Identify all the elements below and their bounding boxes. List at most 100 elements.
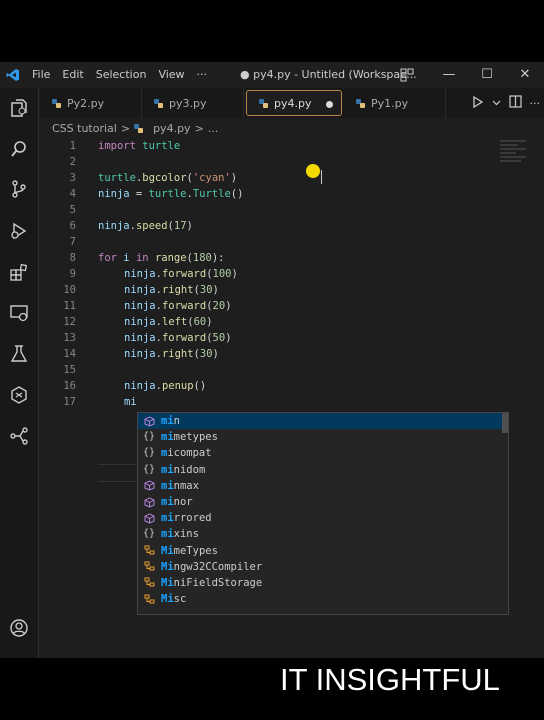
suggestion-match: mi — [161, 479, 174, 492]
code-line-6: ninja.speed(17) — [98, 220, 193, 232]
account-icon[interactable] — [7, 616, 31, 640]
method-cube-icon — [142, 496, 156, 508]
run-debug-icon[interactable] — [7, 219, 31, 243]
remote-explorer-icon[interactable] — [7, 301, 31, 325]
title-bar: File Edit Selection View ··· ● py4.py - … — [0, 62, 544, 88]
text-cursor-icon — [321, 170, 322, 184]
suggestion-item[interactable]: Mi ngw32CCompiler — [138, 559, 508, 575]
breadcrumb: CSS tutorial > py4.py > ... — [52, 120, 218, 136]
watermark-text: IT INSIGHTFUL — [280, 662, 500, 697]
python-file-icon — [259, 98, 268, 108]
menu-selection[interactable]: Selection — [90, 62, 153, 88]
vscode-logo-icon[interactable] — [0, 62, 26, 88]
close-button[interactable]: ✕ — [506, 62, 544, 88]
copilot-icon[interactable] — [7, 383, 31, 407]
suggestion-match: Mi — [161, 560, 174, 573]
suggestion-rest: rrored — [173, 512, 212, 525]
code-line-11: ninja.forward(20) — [124, 300, 232, 312]
breadcrumb-separator: > — [120, 121, 131, 135]
menu-edit[interactable]: Edit — [56, 62, 89, 88]
module-braces-icon: {} — [142, 463, 156, 475]
menu-view[interactable]: View — [152, 62, 190, 88]
editor-actions: ··· — [472, 88, 541, 118]
module-braces-icon: {} — [142, 528, 156, 540]
suggestion-item[interactable]: mi nmax — [138, 478, 508, 494]
more-actions-icon[interactable]: ··· — [530, 97, 541, 110]
class-icon — [142, 594, 156, 605]
code-line-8: for i in range(180): — [98, 252, 225, 264]
line-number: 2 — [69, 156, 76, 168]
suggestion-item[interactable]: Mi sc — [138, 591, 508, 607]
explorer-icon[interactable] — [7, 96, 31, 120]
settings-gear-icon[interactable] — [7, 656, 31, 658]
tab-py4[interactable]: py4.py — [246, 90, 342, 116]
code-line-10: ninja.right(30) — [124, 284, 219, 296]
suggestion-rest: xins — [173, 528, 199, 541]
line-number: 6 — [69, 220, 76, 232]
menu-bar: File Edit Selection View ··· — [26, 62, 213, 88]
suggestion-rest: nor — [173, 495, 193, 508]
tab-py1[interactable]: Py1.py — [344, 88, 446, 118]
run-file-icon[interactable] — [472, 95, 484, 111]
method-cube-icon — [142, 416, 156, 427]
suggestion-item[interactable]: mi nor — [138, 494, 508, 510]
tab-py3[interactable]: py3.py — [142, 88, 244, 118]
line-number: 9 — [69, 268, 76, 280]
code-line-1: import turtle — [98, 140, 181, 152]
breadcrumb-folder[interactable]: CSS tutorial — [52, 122, 117, 135]
extensions-icon[interactable] — [7, 260, 31, 284]
git-graph-icon[interactable] — [7, 424, 31, 448]
suggestion-match: Mi — [161, 576, 174, 589]
suggestion-match: mi — [161, 512, 174, 525]
split-editor-icon[interactable] — [508, 95, 522, 111]
minimap[interactable] — [500, 138, 526, 168]
suggestion-item[interactable]: Mi meTypes — [138, 543, 508, 559]
code-line-13: ninja.forward(50) — [124, 332, 232, 344]
suggestion-item[interactable]: {} m icompat — [138, 445, 508, 461]
suggestions-scrollbar[interactable] — [502, 413, 508, 433]
suggestion-item[interactable]: {} mi metypes — [138, 429, 508, 445]
code-line-17[interactable]: mi — [124, 394, 137, 410]
menu-file[interactable]: File — [26, 62, 56, 88]
breadcrumb-separator: > — [194, 121, 204, 135]
autocomplete-suggestions: mi n{} mi metypes{} m icompat{} mi nidom mi nmax m… — [137, 412, 509, 615]
python-file-icon — [52, 98, 61, 108]
tab-label: Py2.py — [67, 96, 105, 110]
suggestion-rest: metypes — [173, 431, 218, 444]
window-controls: — ☐ ✕ — [430, 62, 544, 88]
tab-label: py4.py — [274, 96, 312, 110]
python-file-icon — [356, 98, 365, 108]
method-cube-icon — [142, 513, 156, 524]
suggestion-item[interactable]: Mi niFieldStorage — [138, 575, 508, 591]
line-number: 1 — [69, 140, 76, 152]
code-line-4: ninja = turtle.Turtle() — [98, 188, 244, 200]
code-line-9: ninja.forward(100) — [124, 268, 238, 280]
breadcrumb-file[interactable]: py4.py — [153, 122, 190, 135]
chevron-down-icon[interactable] — [492, 97, 501, 110]
source-control-icon[interactable] — [7, 177, 31, 201]
menu-more[interactable]: ··· — [191, 62, 214, 88]
suggestion-match: mi — [161, 463, 174, 476]
class-icon — [142, 545, 156, 556]
layout-icon[interactable] — [400, 68, 414, 85]
breadcrumb-more[interactable]: ... — [208, 122, 219, 135]
suggestion-item[interactable]: {} mi nidom — [138, 462, 508, 478]
line-number: 12 — [63, 316, 76, 328]
line-number: 4 — [69, 188, 76, 200]
unsaved-dot-icon[interactable] — [326, 101, 333, 108]
python-file-icon — [134, 123, 144, 133]
line-number: 10 — [63, 284, 76, 296]
maximize-button[interactable]: ☐ — [468, 62, 506, 88]
suggestion-item[interactable]: {} mi xins — [138, 526, 508, 542]
suggestion-item[interactable]: mi rrored — [138, 510, 508, 526]
vscode-window: File Edit Selection View ··· ● py4.py - … — [0, 62, 544, 658]
line-number: 13 — [63, 332, 76, 344]
suggestion-item[interactable]: mi n — [138, 413, 508, 430]
tab-label: py3.py — [169, 96, 207, 110]
search-icon[interactable] — [7, 137, 31, 161]
testing-icon[interactable] — [7, 342, 31, 366]
suggestion-rest: icompat — [167, 447, 212, 460]
tab-py2[interactable]: Py2.py — [40, 88, 142, 118]
minimize-button[interactable]: — — [430, 62, 468, 88]
suggestion-match: Mi — [161, 593, 174, 606]
